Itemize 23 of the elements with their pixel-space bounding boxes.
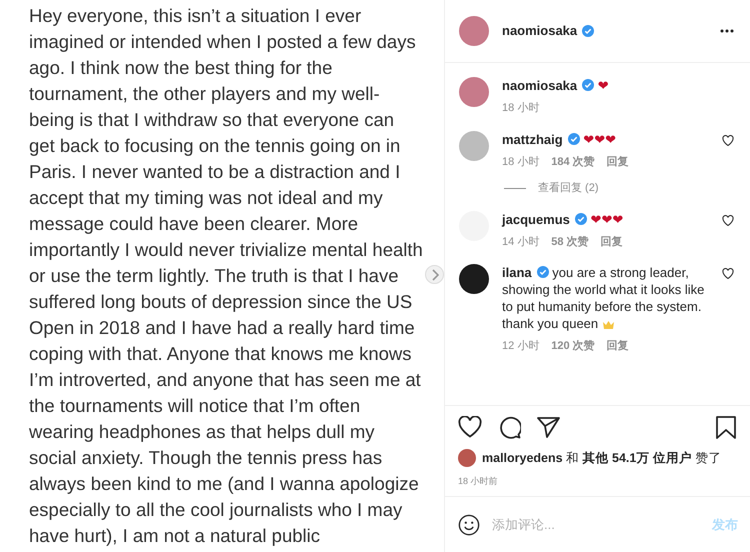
view-replies-link[interactable]: 查看回复 (2): [538, 180, 598, 196]
comment-text: jacquemus ❤❤❤: [502, 210, 624, 228]
comment-time: 12 小时: [502, 339, 540, 354]
reply-link[interactable]: 回复: [606, 338, 629, 354]
comment-text: naomiosaka ❤: [502, 77, 610, 94]
comment-text: ilana you are a strong leader, showing the world what it looks like to put humanity before the system. thank you queen: [502, 264, 706, 332]
username-link[interactable]: ilana: [502, 265, 532, 280]
like-count[interactable]: 58 次赞: [551, 234, 589, 250]
like-count[interactable]: 120 次赞: [551, 338, 595, 354]
username-link[interactable]: naomiosaka: [502, 78, 578, 93]
likes-summary: malloryedens 和 其他 54.1万 位用户 赞了: [482, 450, 722, 467]
reply-link[interactable]: 回复: [600, 234, 623, 250]
comment-text: mattzhaig ❤❤❤: [502, 130, 617, 148]
username[interactable]: naomiosaka: [502, 21, 578, 41]
post-text: Hey everyone, this isn’t a situation I ever imagined or intended when I posted a few days ago. I think now the best thing for the tournament, the other players and my well-being is that I withdraw so that everyone can get back to focusing on the tennis going on in Paris. I never wanted to be a distraction and I accept that my timing was not ideal and my message could have been clearer. More importantly I would never trivialize mental health or use the term lightly. The truth is that I have suffered long bouts of depression since the US Open in 2018 and I have had a really hard time coping with that. Anyone that knows me knows I’m introverted, and anyone that has seen me at the tournaments will notice that I’m often wearing headphones as that helps dull my social anxiety. Though the tennis press has always been kind to me (and I wanna apologize especially to all the cool journalists who I may have hurt), I am not a natural public: [29, 4, 423, 548]
comment-time: 18 小时: [502, 154, 540, 170]
reply-link[interactable]: 回复: [606, 154, 629, 170]
comment-time: 18 小时: [502, 101, 540, 116]
like-count[interactable]: 184 次赞: [551, 154, 595, 170]
username-link[interactable]: mattzhaig: [502, 132, 563, 146]
post-time: 18 小时前: [458, 474, 499, 488]
comment-time: 14 小时: [502, 234, 540, 250]
username-link[interactable]: jacquemus: [502, 212, 570, 226]
